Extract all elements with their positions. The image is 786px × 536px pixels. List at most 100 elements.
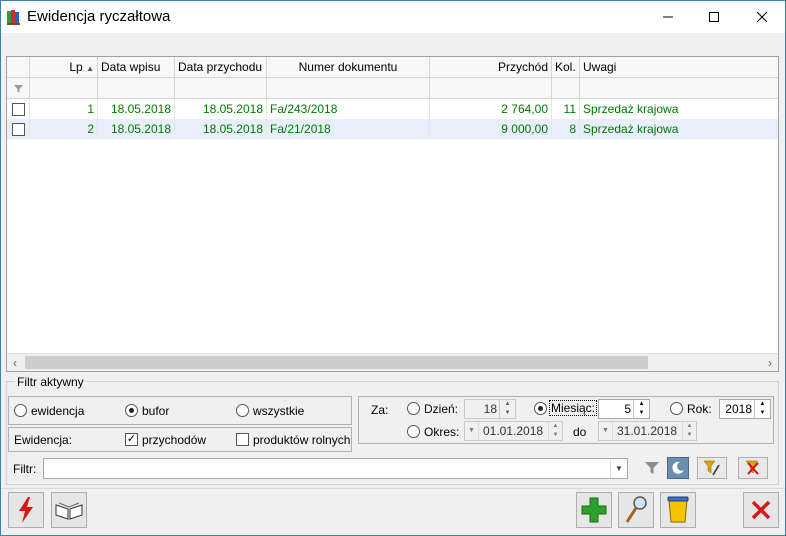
scroll-left-icon[interactable]: ‹ (7, 354, 23, 371)
miesiac-value: 5 (624, 402, 631, 416)
rok-spinner[interactable]: 2018 ▲ ▼ (719, 399, 771, 419)
spinner-arrows-icon[interactable]: ▲ ▼ (499, 400, 515, 418)
funnel-wand-icon (703, 460, 720, 476)
okres-label[interactable]: Okres: (424, 425, 459, 439)
column-header-numer-dokumentu[interactable]: Numer dokumentu (267, 57, 430, 78)
scrollbar-thumb[interactable] (25, 356, 648, 369)
row-checkbox[interactable] (11, 123, 25, 137)
przychodow-checkbox[interactable]: ✓ (125, 433, 138, 446)
title-bar: Ewidencja ryczałtowa (1, 1, 785, 33)
apply-filter-button[interactable] (637, 457, 667, 479)
cell-data-wpisu: 18.05.2018 (98, 119, 175, 139)
column-header-kol[interactable]: Kol. (552, 57, 580, 78)
rok-value: 2018 (725, 402, 752, 416)
row-checkbox[interactable] (11, 103, 25, 117)
produktow-rolnych-label[interactable]: produktów rolnych (253, 433, 350, 447)
minimize-button[interactable] (645, 1, 691, 33)
edit-button[interactable] (618, 492, 654, 528)
column-header-lp[interactable]: Lp ▲ (30, 57, 98, 78)
filter-cell-lp[interactable] (30, 78, 98, 99)
funnel-icon (13, 85, 23, 93)
filter-cell-przychod[interactable] (430, 78, 552, 99)
okres-od-date[interactable]: ▼ 01.01.2018 ▲ ▼ (464, 421, 563, 441)
row-checkbox-cell[interactable] (7, 119, 30, 139)
delete-button[interactable] (660, 492, 696, 528)
za-label: Za: (371, 403, 389, 417)
cell-kol: 11 (552, 99, 580, 119)
filter-cell-uwagi[interactable] (580, 78, 778, 99)
select-column-header[interactable] (7, 57, 30, 78)
filter-row-toggle[interactable] (7, 78, 30, 99)
grid-header: Lp ▲ Data wpisu Data przychodu Numer dok… (7, 57, 778, 78)
miesiac-label[interactable]: Miesiąc: (549, 400, 598, 416)
column-header-data-wpisu[interactable]: Data wpisu (98, 57, 175, 78)
table-row[interactable]: 2 18.05.2018 18.05.2018 Fa/21/2018 9 000… (7, 119, 778, 139)
divider (1, 488, 785, 489)
maximize-button[interactable] (691, 1, 737, 33)
close-window-button[interactable] (739, 1, 785, 33)
radio-wszystkie[interactable] (236, 404, 249, 417)
column-header-przychod[interactable]: Przychód (430, 57, 552, 78)
filtr-label: Filtr: (13, 462, 37, 476)
operations-button[interactable] (8, 492, 44, 528)
filter-cell-kol[interactable] (552, 78, 580, 99)
spinner-arrows-icon[interactable]: ▲ ▼ (754, 400, 770, 418)
app-window: Ewidencja ryczałtowa Lp ▲ Data wpisu Dat… (0, 0, 786, 536)
magnifier-icon (625, 496, 647, 523)
plus-icon (581, 497, 607, 523)
do-label: do (573, 425, 587, 439)
radio-ewidencja[interactable] (14, 404, 27, 417)
cell-lp: 2 (30, 119, 98, 139)
radio-dzien[interactable] (407, 402, 420, 415)
records-grid: Lp ▲ Data wpisu Data przychodu Numer dok… (6, 56, 779, 372)
row-checkbox-cell[interactable] (7, 99, 30, 119)
miesiac-spinner[interactable]: 5 ▲ ▼ (598, 399, 650, 419)
radio-ewidencja-label[interactable]: ewidencja (31, 404, 84, 418)
radio-okres[interactable] (407, 425, 420, 438)
dzien-spinner[interactable]: 18 ▲ ▼ (464, 399, 516, 419)
close-button[interactable] (743, 492, 779, 528)
maximize-icon (709, 12, 719, 22)
spinner-arrows-icon[interactable]: ▲ ▼ (633, 400, 649, 418)
trash-bin-icon (667, 496, 689, 523)
table-row[interactable]: 1 18.05.2018 18.05.2018 Fa/243/2018 2 76… (7, 99, 778, 119)
funnel-icon (645, 462, 659, 474)
minimize-icon (663, 16, 673, 18)
filter-cell-data-wpisu[interactable] (98, 78, 175, 99)
post-to-ledger-button[interactable] (51, 492, 87, 528)
scroll-right-icon[interactable]: › (762, 354, 778, 371)
chevron-down-icon[interactable]: ▼ (599, 422, 613, 440)
produktow-rolnych-checkbox[interactable] (236, 433, 249, 446)
cell-lp: 1 (30, 99, 98, 119)
radio-wszystkie-label[interactable]: wszystkie (253, 404, 304, 418)
cell-numer-dokumentu: Fa/243/2018 (267, 99, 430, 119)
filter-cell-data-przychodu[interactable] (175, 78, 267, 99)
przychodow-label[interactable]: przychodów (142, 433, 206, 447)
filter-cell-numer[interactable] (267, 78, 430, 99)
cell-przychod: 9 000,00 (430, 119, 552, 139)
radio-rok[interactable] (670, 402, 683, 415)
radio-miesiac[interactable] (534, 402, 547, 415)
radio-bufor[interactable] (125, 404, 138, 417)
ewidencja-label: Ewidencja: (14, 433, 73, 447)
spinner-arrows-icon[interactable]: ▲ ▼ (682, 422, 696, 440)
horizontal-scrollbar[interactable]: ‹ › (7, 353, 778, 371)
clear-filter-button[interactable] (738, 457, 768, 479)
column-filter-row (7, 78, 778, 99)
filter-wizard-button[interactable] (697, 457, 727, 479)
chevron-down-icon[interactable]: ▼ (465, 422, 479, 440)
rok-label[interactable]: Rok: (687, 402, 712, 416)
filter-input[interactable]: ▼ (43, 458, 628, 479)
column-header-uwagi[interactable]: Uwagi (580, 57, 778, 78)
add-button[interactable] (576, 492, 612, 528)
column-label: Lp (69, 60, 83, 74)
window-title: Ewidencja ryczałtowa (27, 8, 171, 25)
column-header-data-przychodu[interactable]: Data przychodu (175, 57, 267, 78)
cell-data-wpisu: 18.05.2018 (98, 99, 175, 119)
dzien-label[interactable]: Dzień: (424, 402, 458, 416)
toggle-filter-mode-button[interactable] (667, 457, 689, 479)
chevron-down-icon[interactable]: ▼ (610, 459, 627, 478)
spinner-arrows-icon[interactable]: ▲ ▼ (548, 422, 562, 440)
okres-do-date[interactable]: ▼ 31.01.2018 ▲ ▼ (598, 421, 697, 441)
radio-bufor-label[interactable]: bufor (142, 404, 169, 418)
